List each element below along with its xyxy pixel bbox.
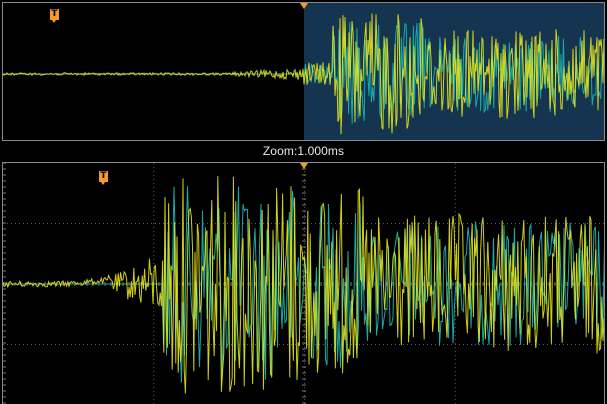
overview-trigger-marker-icon[interactable]: T [50,9,59,23]
zoom-factor-label: Zoom:1.000ms [262,144,345,158]
zoomed-trigger-marker-icon[interactable]: T [99,171,108,185]
zoomed-center-marker-icon[interactable] [300,163,308,169]
zoomed-waveform-panel[interactable]: T [2,162,605,404]
overview-center-marker-icon[interactable] [300,3,308,9]
zoomed-trace-area [3,163,604,404]
overview-waveform-panel[interactable]: T [2,2,605,141]
overview-trace-area [3,13,604,135]
